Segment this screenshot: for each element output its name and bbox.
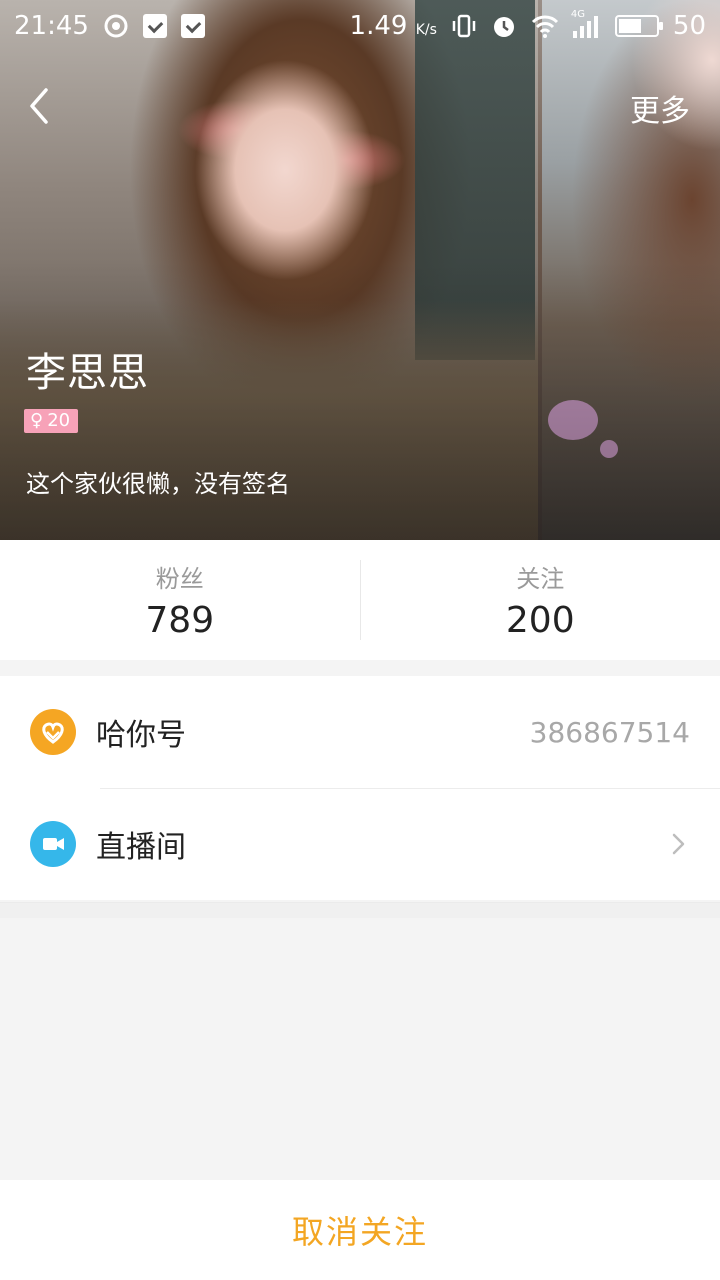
fans-stat[interactable]: 粉丝 789 [0,540,360,660]
chevron-right-icon [672,833,685,855]
female-icon: ♀ [30,410,44,431]
network-speed-unit: K/s [415,22,437,38]
hani-id-row: 哈你号 386867514 [0,676,720,788]
age-value: 20 [47,410,71,431]
more-button[interactable]: 更多 [630,86,690,130]
network-type: 4G [570,9,586,20]
stats-bar: 粉丝 789 关注 200 [0,540,720,660]
list-divider [0,902,720,918]
following-count: 200 [505,600,575,641]
wifi-icon [531,13,558,39]
heart-logo-icon [30,709,76,755]
hani-id-label: 哈你号 [96,718,186,753]
profile-cover-photo [0,0,720,540]
profile-signature: 这个家伙很懒，没有签名 [26,470,290,498]
pocket-icon [142,14,167,38]
chevron-left-icon [30,88,48,124]
following-stat[interactable]: 关注 200 [361,540,720,660]
status-bar: 21:45 1.49 K/s 4G 50 [0,0,720,52]
following-label: 关注 [516,565,565,593]
bottom-action-bar: 取消关注 [0,1180,720,1280]
live-room-label: 直播间 [96,830,186,865]
hani-id-value: 386867514 [529,715,690,749]
profile-info-list: 哈你号 386867514 直播间 [0,676,720,900]
live-room-row[interactable]: 直播间 [0,788,720,900]
unfollow-button[interactable]: 取消关注 [292,1207,428,1253]
fans-count: 789 [145,600,215,641]
pocket-icon [180,14,205,38]
signal-icon: 4G [571,9,601,39]
battery-icon [614,15,663,37]
status-time: 21:45 [14,11,89,41]
fans-label: 粉丝 [155,565,204,593]
back-button[interactable] [18,80,66,132]
video-camera-icon [30,821,76,867]
network-speed: 1.49 K/s [350,11,437,41]
alarm-icon [491,13,517,39]
netease-music-icon [103,13,129,39]
vibrate-icon [451,13,477,39]
profile-name: 李思思 [26,350,149,396]
gender-age-badge: ♀ 20 [24,409,79,433]
network-speed-value: 1.49 [349,11,408,41]
battery-level: 50 [672,11,706,41]
